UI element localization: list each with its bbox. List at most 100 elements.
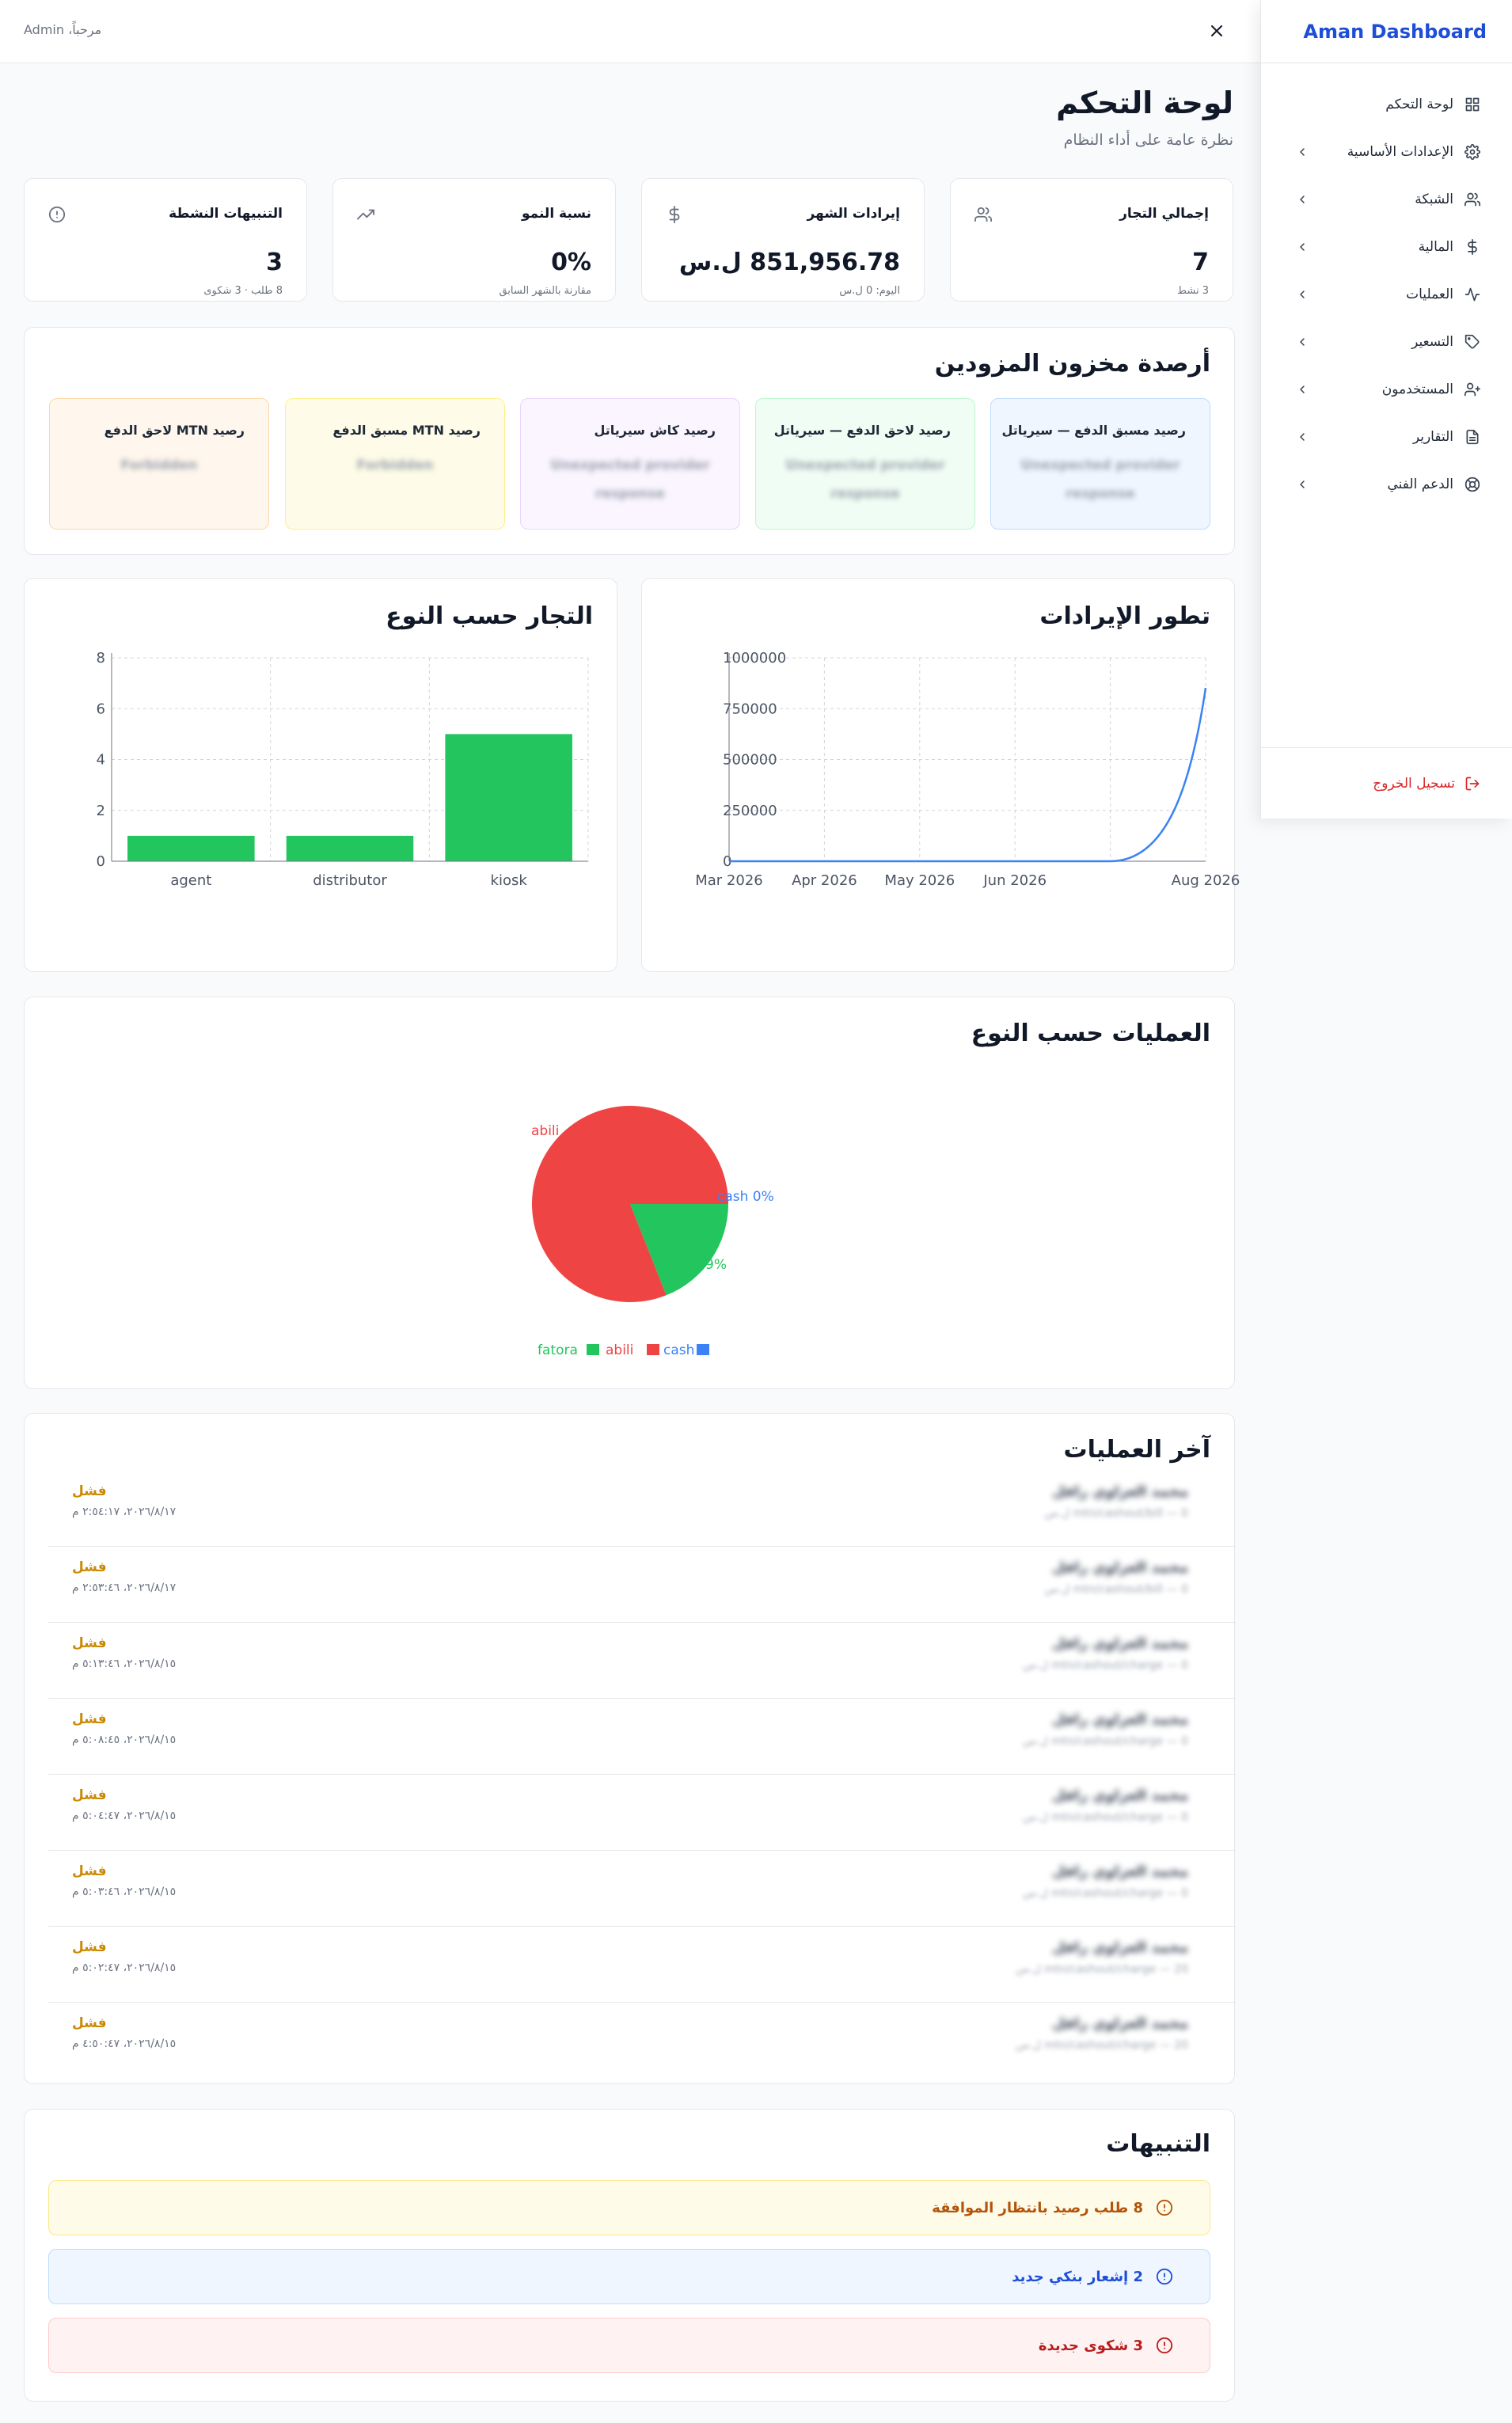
sidebar-item-7[interactable]: التقارير [1261, 413, 1512, 461]
ops-chart-card: العمليات حسب النوع 9% abili cash 0% fatora a… [24, 997, 1235, 1389]
stat-card: التنبيهات النشطة 3 8 طلب · 3 شكوى [24, 178, 307, 302]
logout-icon [1465, 777, 1480, 790]
x-tick-label: Aug 2026 [1172, 872, 1240, 889]
chevron-left-icon [1296, 193, 1309, 206]
close-icon [1211, 25, 1222, 36]
chevron-left-icon [1296, 336, 1309, 348]
transaction-status: فشل [72, 1711, 107, 1727]
inventory-box-title: رصيد كاش سيرياتل [594, 423, 716, 438]
transaction-merchant: محمد العزاوي رافل [1052, 1559, 1188, 1576]
inventory-box: رصيد لاحق الدفع — سيرياتل Unexpected prov… [755, 398, 975, 530]
transaction-details: 0 — mtn/cashout/charge ل.س [1023, 1887, 1188, 1900]
close-sidebar-button[interactable] [1205, 19, 1229, 43]
transaction-row[interactable]: فشل ٢٠٢٦/٨/١٧، ٢:٥٣:٤٦ م محمد العزاوي رافل… [48, 1547, 1236, 1623]
x-tick-label: agent [170, 872, 211, 889]
sidebar-item-label: التسعير [1411, 334, 1453, 350]
sidebar-item-8[interactable]: الدعم الفني [1261, 461, 1512, 508]
stat-card: نسبة النمو 0% مقارنة بالشهر السابق [332, 178, 616, 302]
sidebar-item-1[interactable]: الإعدادات الأساسية [1261, 128, 1512, 176]
alert-item[interactable]: 8 طلب رصيد بانتظار الموافقة [48, 2180, 1210, 2235]
inventory-box-title: رصيد MTN لاحق الدفع [104, 423, 245, 438]
transactions-card: آخر العمليات فشل ٢٠٢٦/٨/١٧، ٢:٥٤:١٧ م محمد… [24, 1413, 1236, 2084]
transaction-status: فشل [72, 1635, 107, 1651]
tag-icon [1465, 334, 1480, 349]
stat-value: 851,956.78 ل.س [678, 249, 900, 276]
stat-value: 3 [266, 249, 283, 276]
transaction-status: فشل [72, 1483, 107, 1499]
alert-circle-icon [48, 206, 66, 223]
transactions-title: آخر العمليات [1063, 1436, 1210, 1464]
transaction-status: فشل [72, 1787, 107, 1803]
chevron-left-icon [1296, 146, 1309, 158]
inventory-box: رصيد MTN مسبق الدفع Forbidden [285, 398, 505, 530]
transaction-details: 20 — mtn/cashout/charge ل.س [1016, 1963, 1188, 1976]
dollar-icon [1468, 239, 1477, 255]
alert-item[interactable]: 2 إشعار بنكي جديد [48, 2249, 1210, 2304]
inventory-box-value: Unexpected provider response [1020, 458, 1180, 502]
chevron-left-icon [1296, 241, 1309, 253]
transaction-row[interactable]: فشل ٢٠٢٦/٨/١٥، ٥:٠٤:٤٧ م محمد العزاوي رافل… [48, 1775, 1236, 1851]
transaction-row[interactable]: فشل ٢٠٢٦/٨/١٥، ٥:٠٨:٤٥ م محمد العزاوي رافل… [48, 1699, 1236, 1775]
bar-kiosk [445, 734, 572, 861]
logout-button[interactable]: تسجيل الخروج [1261, 747, 1512, 818]
x-tick-label: May 2026 [884, 872, 955, 889]
transaction-merchant: محمد العزاوي رافل [1052, 2015, 1188, 2032]
transaction-details: 0 — mtn/cashout/charge ل.س [1023, 1659, 1188, 1672]
chevron-left-icon [1296, 288, 1309, 301]
legend-swatch [647, 1344, 659, 1355]
transaction-details: 0 — mtn/cashout/charge ل.س [1023, 1735, 1188, 1748]
stat-card: إيرادات الشهر 851,956.78 ل.س اليوم: 0 ل.س [641, 178, 925, 302]
sidebar: Aman Dashboard لوحة التحكم الإعدادات الأس… [1260, 0, 1512, 818]
lifebuoy-icon [1465, 477, 1480, 492]
stat-title: التنبيهات النشطة [169, 206, 283, 222]
stat-footnote: اليوم: 0 ل.س [839, 285, 900, 297]
sidebar-item-6[interactable]: المستخدمون [1261, 366, 1512, 413]
inventory-box-title: رصيد مسبق الدفع — سيرياتل [1001, 423, 1186, 438]
transaction-row[interactable]: فشل ٢٠٢٦/٨/١٥، ٥:٠٢:٤٧ م محمد العزاوي رافل… [48, 1927, 1236, 2003]
stat-value: 0% [551, 249, 591, 276]
transaction-status: فشل [72, 1939, 107, 1955]
inventory-box-value: Unexpected provider response [550, 458, 710, 502]
bar-agent [127, 835, 255, 861]
inventory-box: رصيد كاش سيرياتل Unexpected provider resp… [520, 398, 740, 530]
sidebar-item-label: التقارير [1412, 429, 1453, 445]
transaction-date: ٢٠٢٦/٨/١٥، ٥:٠٢:٤٧ م [72, 1962, 177, 1974]
sidebar-item-2[interactable]: الشبكة [1261, 176, 1512, 223]
sidebar-item-0[interactable]: لوحة التحكم [1261, 81, 1512, 128]
transaction-status: فشل [72, 1863, 107, 1879]
top-bar: مرحباً، Admin [0, 0, 1260, 63]
transaction-row[interactable]: فشل ٢٠٢٦/٨/١٧، ٢:٥٤:١٧ م محمد العزاوي رافل… [48, 1471, 1236, 1547]
merchants-chart-card: التجار حسب النوع 0 2 4 6 8 agent distributor ki… [24, 578, 617, 972]
gear-icon [1465, 144, 1480, 160]
sidebar-item-4[interactable]: العمليات [1261, 271, 1512, 318]
transaction-merchant: محمد العزاوي رافل [1052, 1483, 1188, 1500]
legend-label: cash [663, 1343, 694, 1358]
inventory-box-value: Unexpected provider response [785, 458, 945, 502]
sidebar-item-5[interactable]: التسعير [1261, 318, 1512, 366]
alert-text: 8 طلب رصيد بانتظار الموافقة [932, 2199, 1143, 2216]
sidebar-item-3[interactable]: المالية [1261, 223, 1512, 271]
x-tick-label: Mar 2026 [695, 872, 763, 889]
transaction-date: ٢٠٢٦/٨/١٧، ٢:٥٣:٤٦ م [72, 1582, 177, 1594]
transaction-row[interactable]: فشل ٢٠٢٦/٨/١٥، ٥:١٣:٤٦ م محمد العزاوي رافل… [48, 1623, 1236, 1699]
alert-circle-icon [1156, 2337, 1173, 2354]
inventory-title: أرصدة مخزون المزودين [934, 350, 1210, 378]
inventory-box-title: رصيد لاحق الدفع — سيرياتل [773, 423, 951, 438]
alerts-title: التنبيهات [1106, 2130, 1210, 2158]
stat-title: إيرادات الشهر [807, 206, 900, 222]
transaction-status: فشل [72, 1559, 107, 1575]
x-tick-label: Jun 2026 [982, 872, 1047, 889]
alert-item[interactable]: 3 شكوى جديدة [48, 2318, 1210, 2373]
y-tick-label: 0 [97, 853, 105, 870]
brand-title[interactable]: Aman Dashboard [1303, 21, 1487, 43]
transaction-date: ٢٠٢٦/٨/١٥، ٥:٠٣:٤٦ م [72, 1886, 177, 1898]
transaction-row[interactable]: فشل ٢٠٢٦/٨/١٥، ٤:٥٠:٤٧ م محمد العزاوي رافل… [48, 2003, 1236, 2079]
y-tick-label: 6 [97, 701, 105, 717]
transaction-row[interactable]: فشل ٢٠٢٦/٨/١٥، ٥:٠٣:٤٦ م محمد العزاوي رافل… [48, 1851, 1236, 1927]
user-plus-icon [1465, 382, 1480, 397]
chevron-left-icon [1296, 431, 1309, 443]
page-title: لوحة التحكم [1056, 85, 1233, 120]
transaction-details: 0 — mtn/cashout/bill ل.س [1044, 1507, 1188, 1520]
transaction-merchant: محمد العزاوي رافل [1052, 1939, 1188, 1956]
sidebar-item-label: العمليات [1406, 287, 1453, 302]
